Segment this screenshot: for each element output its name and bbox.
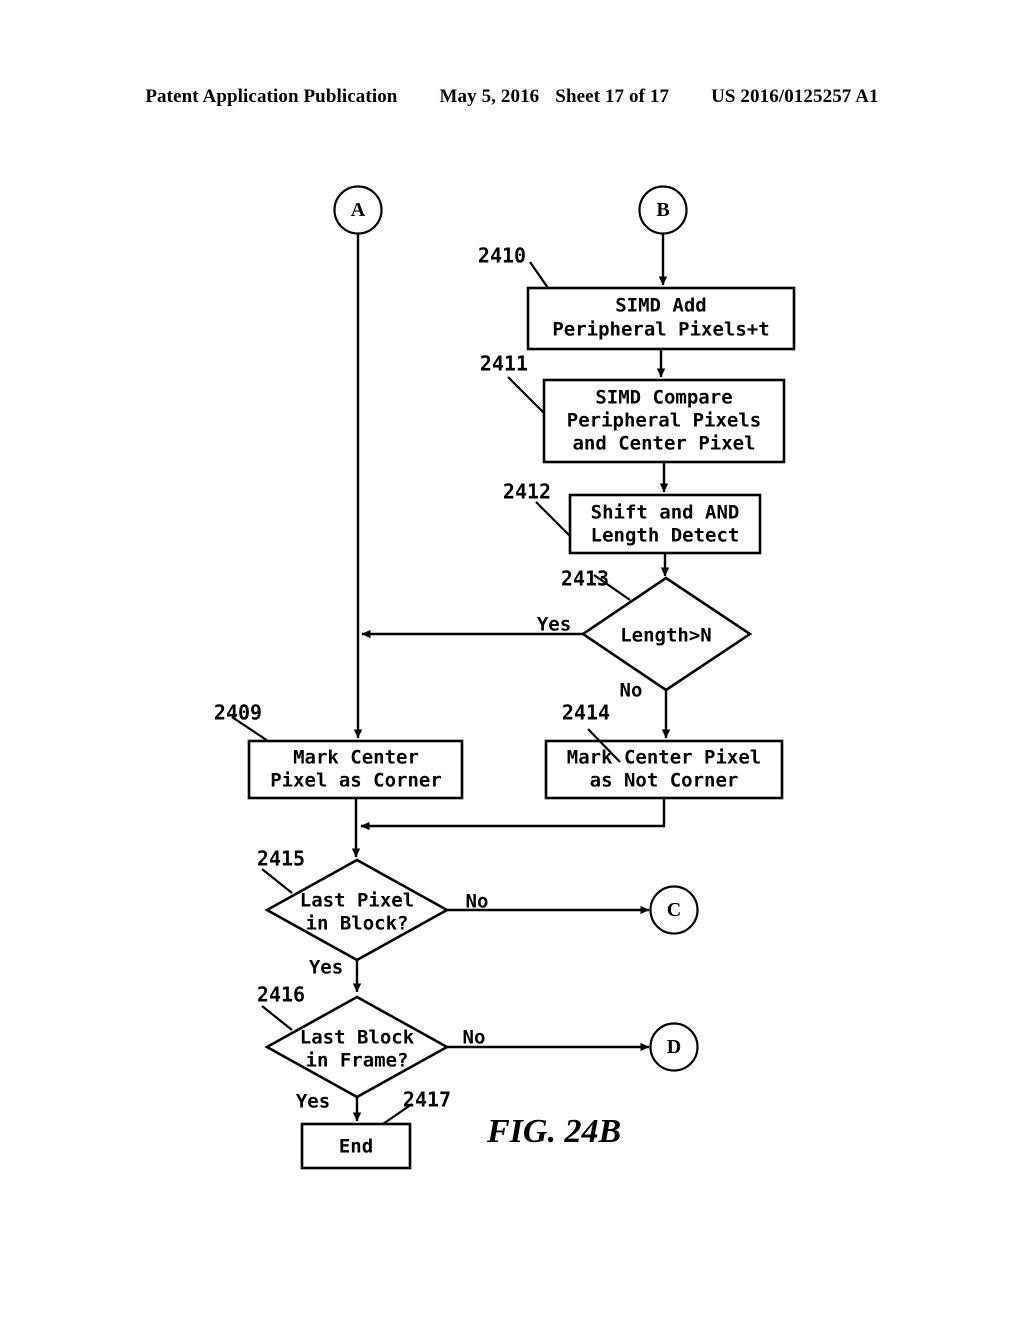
connector-c-label: C <box>667 899 681 921</box>
connector-b-label: B <box>656 199 669 221</box>
node-2409-line-1: Mark Center <box>293 747 419 769</box>
edge-label-length-yes: Yes <box>537 614 571 636</box>
node-2416-line-1: Last Block <box>300 1027 415 1049</box>
node-2410-line-1: SIMD Add <box>615 295 707 317</box>
node-2409-line-2: Pixel as Corner <box>270 770 442 792</box>
node-2412-line-2: Length Detect <box>591 525 740 547</box>
node-2413-label: Length>N <box>620 625 712 647</box>
node-2417-end: End <box>300 1122 412 1170</box>
ref-2411: 2411 <box>480 352 528 376</box>
node-2414-line-2: as Not Corner <box>590 770 739 792</box>
node-2414-line-1: Mark Center Pixel <box>567 747 761 769</box>
connector-circle-c: C <box>649 885 699 935</box>
connector-circle-b: B <box>638 185 688 235</box>
leader-2415 <box>261 868 293 894</box>
leader-2412 <box>535 501 571 537</box>
leader-2411 <box>507 376 545 414</box>
node-2416-last-block-in-frame: Last Block in Frame? <box>264 995 450 1099</box>
leader-2410 <box>529 261 549 289</box>
patent-sheet: Patent Application Publication May 5, 20… <box>0 0 1024 1320</box>
node-2417-label: End <box>339 1136 373 1158</box>
node-2416-line-2: in Frame? <box>306 1050 409 1072</box>
connector-d-label: D <box>667 1036 681 1058</box>
node-2412-shift-and-and: Shift and AND Length Detect <box>568 493 762 555</box>
node-2412-line-1: Shift and AND <box>591 502 740 524</box>
edge-2414-to-merge <box>360 798 666 831</box>
edge-label-pixel-no: No <box>466 891 489 913</box>
connector-circle-d: D <box>649 1022 699 1072</box>
node-2411-simd-compare: SIMD Compare Peripheral Pixels and Cente… <box>542 378 786 464</box>
node-2415-last-pixel-in-block: Last Pixel in Block? <box>264 858 450 962</box>
ref-2413: 2413 <box>561 567 609 591</box>
node-2410-simd-add: SIMD Add Peripheral Pixels+t <box>526 286 796 351</box>
ref-2415: 2415 <box>257 847 305 871</box>
node-2411-line-3: and Center Pixel <box>572 433 755 455</box>
ref-2412: 2412 <box>503 480 551 504</box>
connector-circle-a: A <box>333 185 383 235</box>
node-2409-mark-corner: Mark Center Pixel as Corner <box>247 739 464 800</box>
node-2411-line-2: Peripheral Pixels <box>567 410 761 432</box>
edge-label-block-yes: Yes <box>296 1091 330 1113</box>
connector-a-label: A <box>351 199 366 221</box>
node-2410-line-2: Peripheral Pixels+t <box>552 319 769 341</box>
figure-caption: FIG. 24B <box>486 1113 621 1150</box>
edge-label-length-no: No <box>620 680 643 702</box>
leader-2416 <box>261 1005 293 1031</box>
ref-2417: 2417 <box>403 1088 451 1112</box>
edge-label-pixel-yes: Yes <box>309 957 343 979</box>
flowchart-figure-24b: A B SIMD Add Peripheral Pixels+t 2410 SI… <box>0 0 1024 1320</box>
node-2413-length-gt-n: Length>N <box>580 576 753 692</box>
ref-2409: 2409 <box>214 701 262 725</box>
ref-2416: 2416 <box>257 983 305 1007</box>
node-2415-line-2: in Block? <box>306 913 409 935</box>
ref-2410: 2410 <box>478 244 526 268</box>
node-2414-mark-not-corner: Mark Center Pixel as Not Corner <box>544 739 784 800</box>
ref-2414: 2414 <box>562 701 610 725</box>
edge-label-block-no: No <box>463 1027 486 1049</box>
node-2411-line-1: SIMD Compare <box>595 387 732 409</box>
node-2415-line-1: Last Pixel <box>300 890 414 912</box>
